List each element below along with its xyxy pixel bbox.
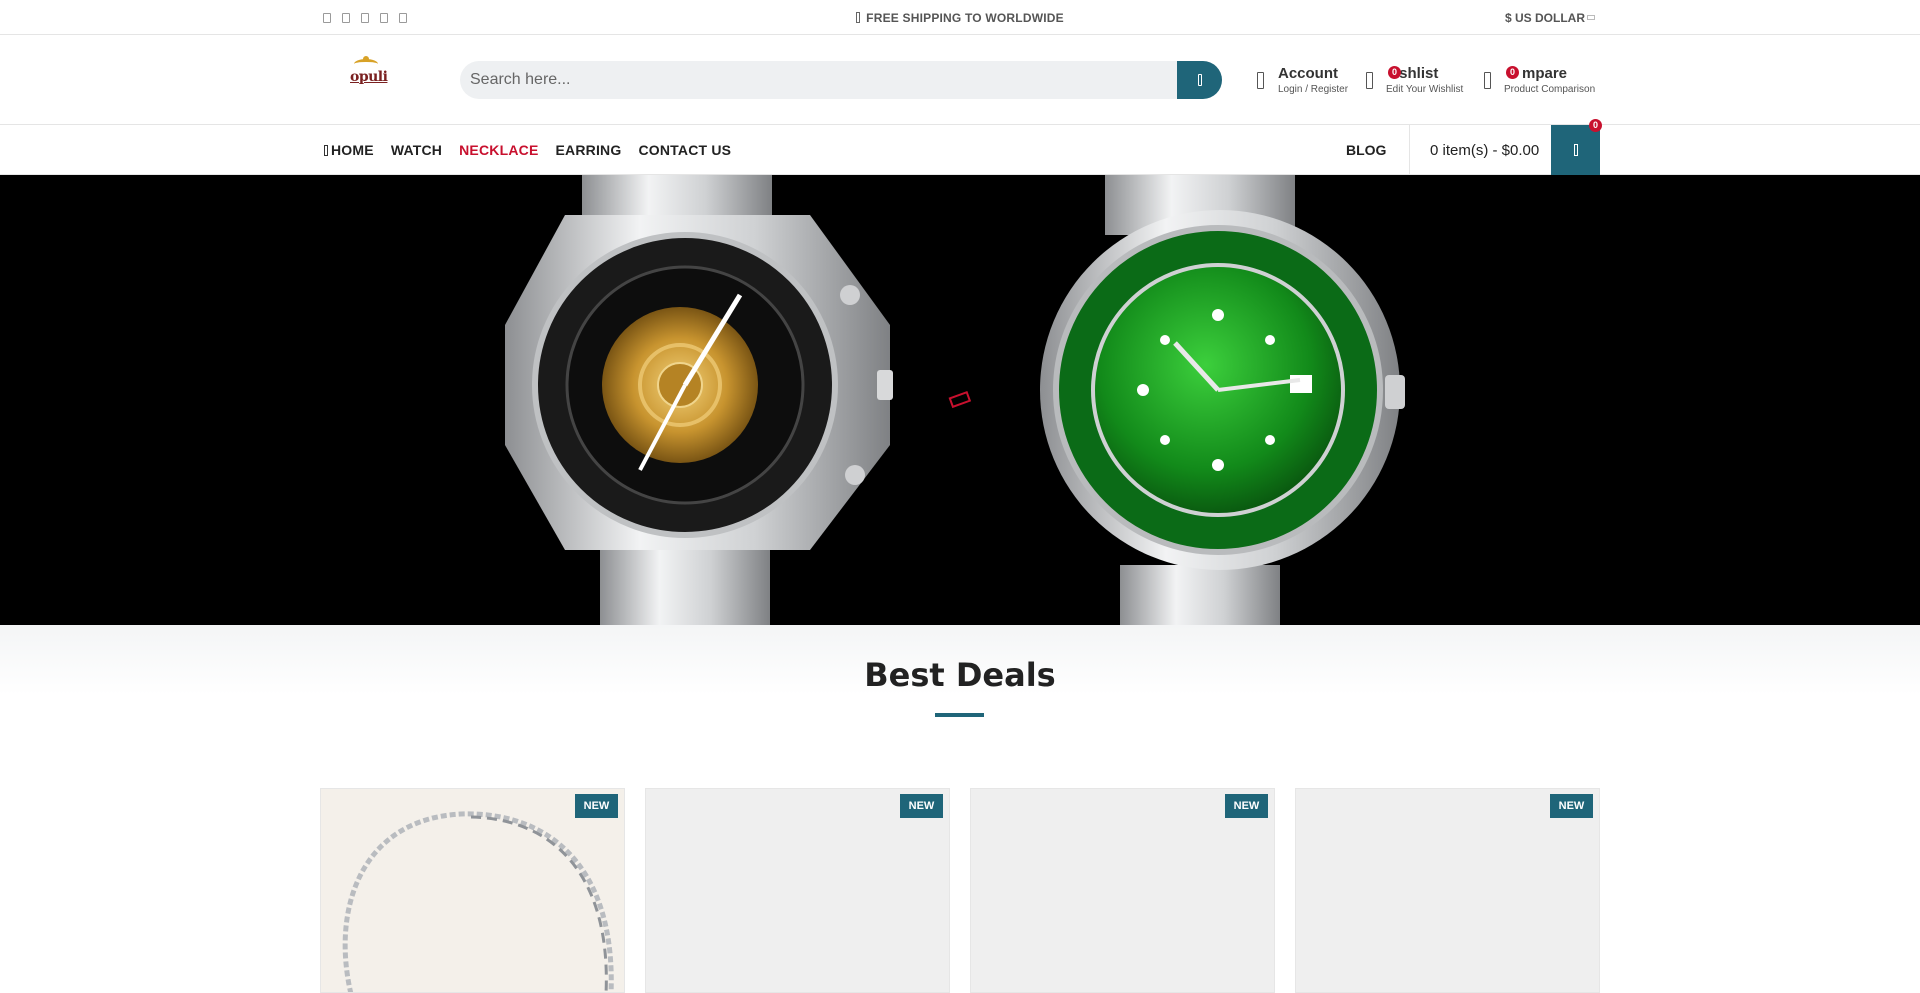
search-icon [1197, 74, 1202, 86]
account-subtitle: Login / Register [1278, 84, 1349, 95]
top-bar: FREE SHIPPING TO WORLDWIDE $ US DOLLAR [0, 0, 1920, 35]
nav-item-necklace[interactable]: NECKLACE [459, 142, 538, 158]
search-button[interactable] [1177, 61, 1222, 99]
wishlist-count-badge: 0 [1388, 66, 1401, 79]
compare-count-badge: 0 [1506, 66, 1519, 79]
new-badge: NEW [1550, 794, 1593, 818]
wishlist-title: ishlist [1395, 65, 1439, 82]
nav-item-home-label: HOME [331, 142, 374, 158]
product-card[interactable]: NEW [1295, 788, 1600, 993]
currency-selector[interactable]: $ US DOLLAR [1505, 0, 1596, 35]
cart-summary[interactable]: 0 item(s) - $0.00 [1430, 125, 1539, 175]
section-title: Best Deals [864, 656, 1056, 694]
logo-text: opuli [350, 69, 388, 85]
shopping-bag-icon [1573, 144, 1578, 156]
wishlist-link[interactable]: ishlist 0 Edit Your Wishlist [1366, 65, 1470, 99]
skeleton-watch [505, 175, 893, 625]
hero-watches-image [505, 175, 1405, 625]
new-badge: NEW [575, 794, 618, 818]
product-card[interactable]: NEW [320, 788, 625, 993]
account-link[interactable]: Account Login / Register [1257, 65, 1362, 99]
home-icon [324, 144, 328, 156]
chevron-down-icon [1587, 15, 1596, 20]
cart-count-badge: 0 [1589, 119, 1602, 132]
heart-icon [1366, 72, 1373, 89]
compare-title: mpare [1522, 65, 1568, 82]
search-bar [460, 61, 1222, 99]
nav-item-home[interactable]: HOME [324, 142, 374, 158]
hero-banner[interactable] [0, 175, 1920, 625]
product-card[interactable]: NEW [970, 788, 1275, 993]
site-logo[interactable]: opuli [350, 56, 388, 87]
user-icon [1257, 72, 1264, 89]
shipping-promo-text: FREE SHIPPING TO WORLDWIDE [866, 10, 1064, 25]
account-title: Account [1278, 65, 1338, 82]
new-badge: NEW [900, 794, 943, 818]
main-nav: HOME WATCH NECKLACE EARRING CONTACT US B… [0, 119, 1920, 175]
compare-icon [1484, 72, 1491, 89]
product-card[interactable]: NEW [645, 788, 950, 993]
crown-icon [354, 56, 378, 69]
nav-item-earring[interactable]: EARRING [556, 142, 622, 158]
nav-item-watch[interactable]: WATCH [391, 142, 442, 158]
currency-label: $ US DOLLAR [1505, 10, 1586, 25]
cart-button[interactable] [1551, 125, 1600, 175]
nav-links: HOME WATCH NECKLACE EARRING CONTACT US [324, 125, 731, 175]
compare-link[interactable]: mpare 0 Product Comparison [1484, 65, 1600, 99]
shipping-promo: FREE SHIPPING TO WORLDWIDE [0, 0, 1920, 35]
section-title-underline [935, 713, 984, 717]
site-header: opuli Account Login / Register ishlist 0… [0, 35, 1920, 125]
nav-item-blog[interactable]: BLOG [1346, 125, 1386, 175]
green-dial-watch [1040, 175, 1405, 625]
nav-divider [1409, 125, 1410, 175]
product-necklace-image [342, 811, 614, 992]
new-badge: NEW [1225, 794, 1268, 818]
nav-item-contact-us[interactable]: CONTACT US [638, 142, 731, 158]
compare-subtitle: Product Comparison [1504, 84, 1596, 95]
search-input[interactable] [470, 61, 1170, 99]
truck-icon [856, 12, 861, 23]
wishlist-subtitle: Edit Your Wishlist [1386, 84, 1464, 95]
